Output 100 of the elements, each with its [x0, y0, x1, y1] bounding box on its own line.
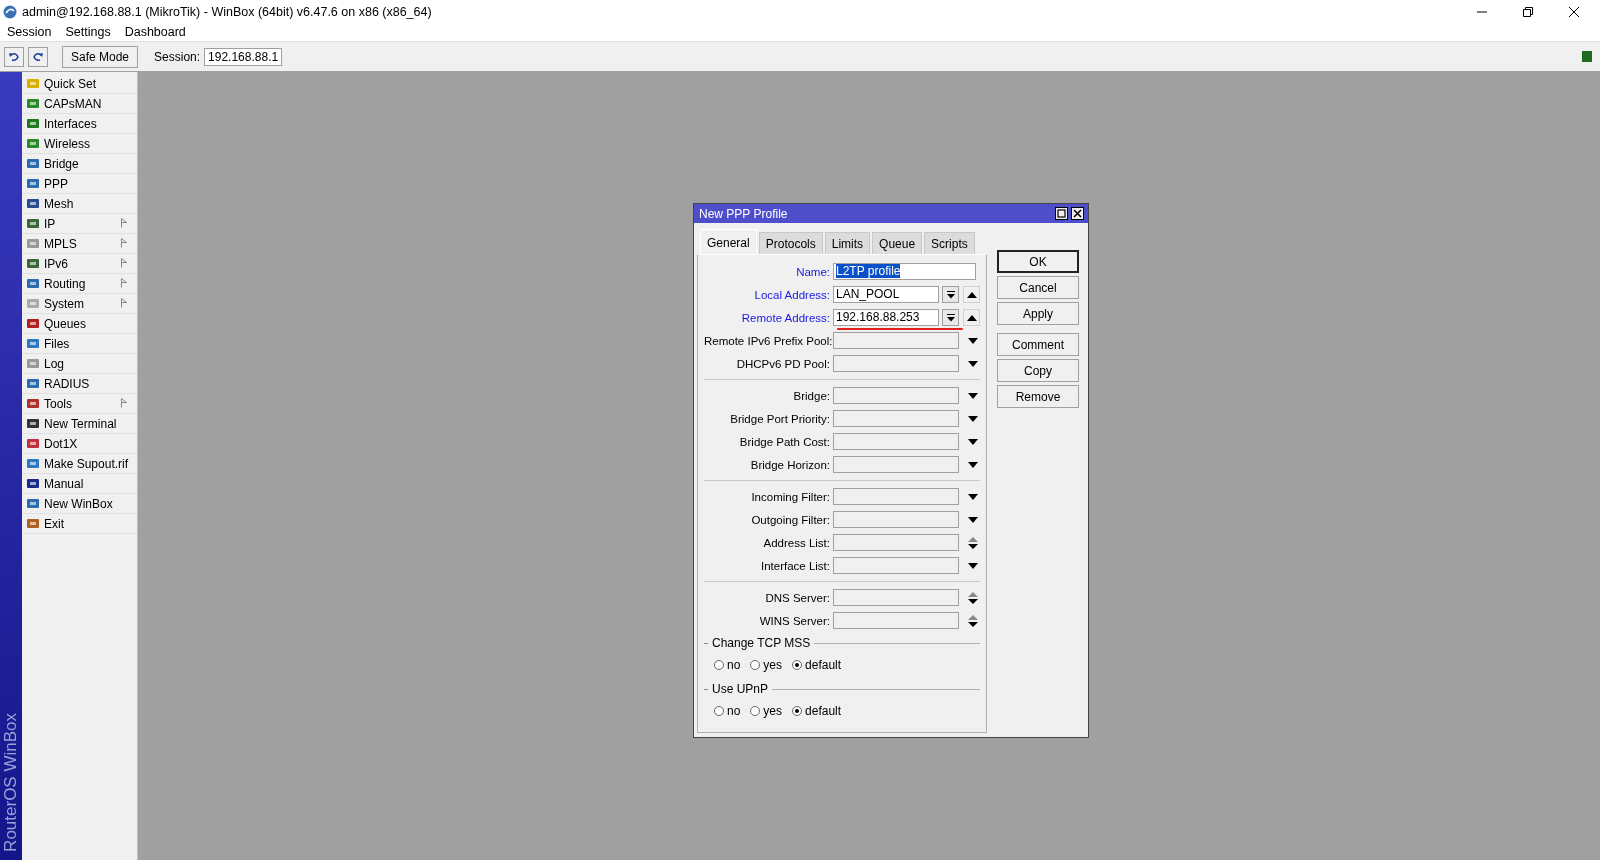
sidebar-item[interactable]: Routing [22, 274, 137, 294]
field-label: Name: [795, 265, 831, 278]
sidebar-item[interactable]: Quick Set [22, 74, 137, 94]
up-down-arrow-icon[interactable] [968, 591, 978, 604]
sidebar-item[interactable]: Exit [22, 514, 137, 534]
radio-option[interactable]: default [792, 704, 842, 718]
radio-option[interactable]: yes [750, 658, 783, 672]
sidebar-item[interactable]: Queues [22, 314, 137, 334]
sidebar-item[interactable]: PPP [22, 174, 137, 194]
sidebar-item[interactable]: Log [22, 354, 137, 374]
input-field[interactable] [833, 332, 959, 349]
sidebar-item[interactable]: Mesh [22, 194, 137, 214]
field-label: DNS Server: [764, 591, 831, 604]
redo-button[interactable] [28, 46, 48, 67]
field-label: Bridge Port Priority: [729, 412, 831, 425]
window-title: admin@192.168.88.1 (MikroTik) - WinBox (64bit) v6.47.6 on x86 (x86_64) [22, 4, 432, 19]
dropdown-arrow-icon[interactable] [968, 360, 978, 367]
session-field[interactable]: 192.168.88.1 [204, 47, 283, 66]
dropdown-arrow-icon[interactable] [968, 493, 978, 500]
tab[interactable]: Scripts [924, 232, 975, 254]
dropdown-arrow-icon [946, 290, 955, 299]
input-field[interactable]: LAN_POOL [833, 286, 939, 303]
undo-button[interactable] [4, 46, 24, 67]
undo-icon [8, 50, 20, 63]
menu-icon [26, 257, 40, 270]
input-field[interactable]: L2TP profile [833, 263, 976, 280]
sidebar-item[interactable]: New WinBox [22, 494, 137, 514]
collapse-button[interactable] [963, 309, 980, 326]
menu-icon [26, 477, 40, 490]
dialog-button[interactable]: Copy [997, 359, 1079, 382]
sidebar-item[interactable]: Wireless [22, 134, 137, 154]
sidebar-item[interactable]: IP [22, 214, 137, 234]
dialog-button[interactable]: Cancel [997, 276, 1079, 299]
input-field[interactable] [833, 612, 959, 629]
input-field[interactable] [833, 456, 959, 473]
dialog-button[interactable]: Remove [997, 385, 1079, 408]
menu-item[interactable]: Dashboard [124, 25, 186, 39]
sidebar-item[interactable]: Files [22, 334, 137, 354]
radio-option[interactable]: yes [750, 704, 783, 718]
tab[interactable]: Limits [824, 232, 871, 254]
input-field[interactable] [833, 410, 959, 427]
radio-option[interactable]: default [792, 658, 842, 672]
maximize-icon[interactable] [1055, 207, 1068, 220]
collapse-button[interactable] [963, 286, 980, 303]
dropdown-arrow-icon[interactable] [968, 337, 978, 344]
dialog-button[interactable]: OK [997, 250, 1079, 273]
sidebar-item[interactable]: MPLS [22, 234, 137, 254]
sidebar-item[interactable]: Interfaces [22, 114, 137, 134]
sidebar-item[interactable]: Manual [22, 474, 137, 494]
dropdown-arrow-icon[interactable] [968, 562, 978, 569]
group-title: Change TCP MSS [712, 636, 811, 650]
up-down-arrow-icon[interactable] [968, 536, 978, 549]
field-label: Incoming Filter: [750, 490, 831, 503]
dropdown-arrow-icon[interactable] [968, 438, 978, 445]
sidebar-item[interactable]: Bridge [22, 154, 137, 174]
tab[interactable]: Protocols [758, 232, 823, 254]
sidebar-item[interactable]: Make Supout.rif [22, 454, 137, 474]
close-icon[interactable] [1071, 207, 1084, 220]
menu-icon [26, 437, 40, 450]
input-field[interactable] [833, 355, 959, 372]
dropdown-arrow-icon[interactable] [968, 516, 978, 523]
input-field[interactable] [833, 589, 959, 606]
dropdown-arrow-icon[interactable] [968, 392, 978, 399]
input-field[interactable] [833, 488, 959, 505]
dropdown-arrow-icon[interactable] [968, 415, 978, 422]
sidebar-item[interactable]: CAPsMAN [22, 94, 137, 114]
dialog-button[interactable]: Comment [997, 333, 1079, 356]
dropdown-button[interactable] [942, 286, 959, 303]
menu-icon [26, 337, 40, 350]
safe-mode-button[interactable]: Safe Mode [62, 45, 139, 68]
close-icon[interactable] [1568, 5, 1580, 18]
input-field[interactable] [833, 387, 959, 404]
field-label: Outgoing Filter: [750, 513, 831, 526]
input-field[interactable] [833, 433, 959, 450]
menu-item[interactable]: Session [7, 25, 52, 39]
app-logo-icon [3, 4, 17, 19]
field-label: Bridge Path Cost: [738, 435, 831, 448]
dropdown-arrow-icon[interactable] [968, 461, 978, 468]
input-field[interactable] [833, 534, 959, 551]
input-field[interactable] [833, 557, 959, 574]
sidebar-item[interactable]: System [22, 294, 137, 314]
restore-icon[interactable] [1522, 5, 1534, 18]
menu-icon [26, 137, 40, 150]
sidebar-item[interactable]: New Terminal [22, 414, 137, 434]
dialog-button[interactable]: Apply [997, 302, 1079, 325]
tab[interactable]: General [700, 229, 757, 254]
field-label: Remote Address: [740, 311, 831, 324]
menu-item[interactable]: Settings [65, 25, 111, 39]
radio-option[interactable]: no [714, 658, 741, 672]
sidebar-item[interactable]: Dot1X [22, 434, 137, 454]
input-field[interactable]: 192.168.88.253 [833, 309, 939, 326]
dropdown-button[interactable] [942, 309, 959, 326]
tab[interactable]: Queue [872, 232, 923, 254]
sidebar-item[interactable]: RADIUS [22, 374, 137, 394]
up-down-arrow-icon[interactable] [968, 614, 978, 627]
sidebar-item[interactable]: IPv6 [22, 254, 137, 274]
up-arrow-icon [966, 291, 977, 298]
input-field[interactable] [833, 511, 959, 528]
radio-option[interactable]: no [714, 704, 741, 718]
sidebar-item[interactable]: Tools [22, 394, 137, 414]
